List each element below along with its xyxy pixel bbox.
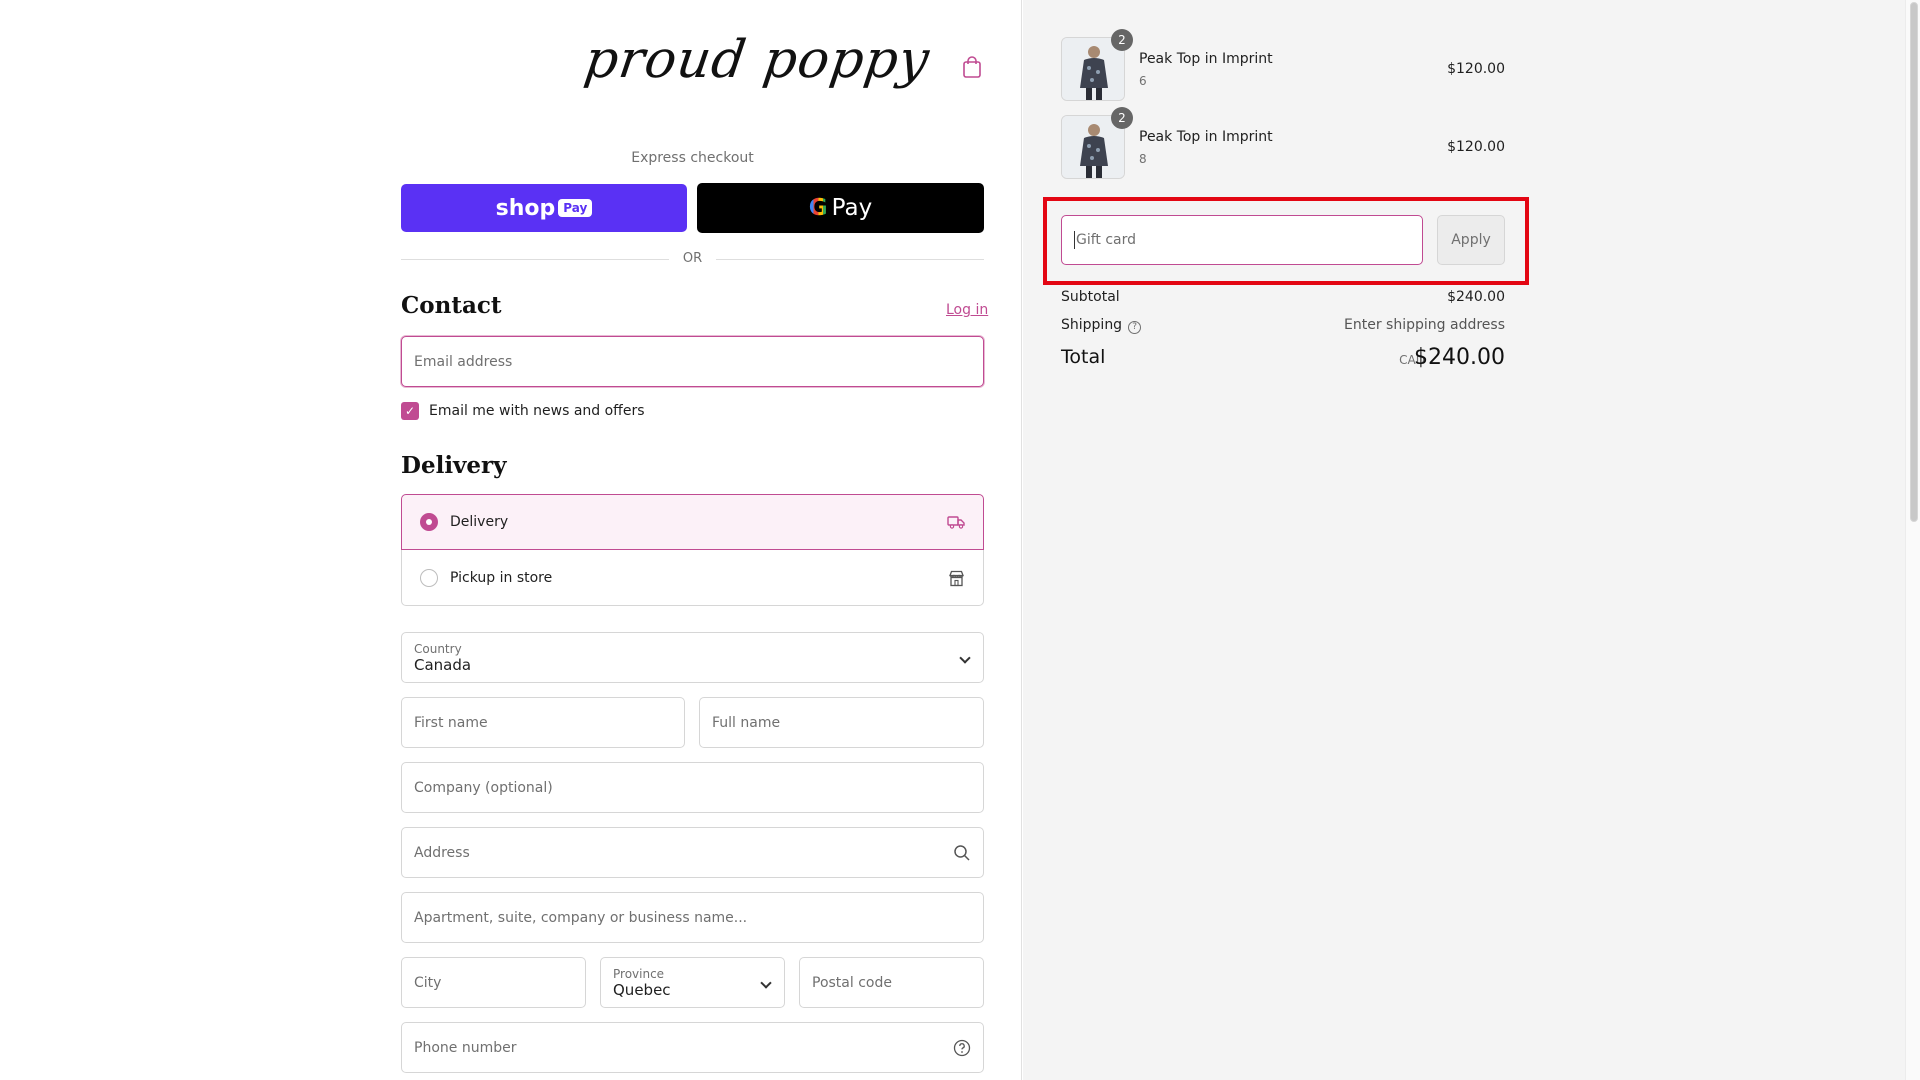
province-label: Province <box>613 966 665 981</box>
newsletter-checkbox[interactable]: ✓ <box>401 402 419 420</box>
country-value: Canada <box>414 655 472 674</box>
company-placeholder: Company (optional) <box>414 779 553 796</box>
pickup-radio[interactable] <box>420 568 438 587</box>
postal-code-placeholder: Postal code <box>812 974 892 991</box>
help-icon[interactable]: ? <box>1128 321 1142 334</box>
contact-heading: Contact <box>401 292 502 319</box>
or-text: OR <box>682 251 703 266</box>
shopping-bag-icon[interactable] <box>962 56 982 78</box>
shop-pay-button[interactable]: shop Pay <box>401 184 687 232</box>
apartment-field[interactable]: Apartment, suite, company or business na… <box>401 892 984 943</box>
last-name-field[interactable]: Full name <box>699 697 984 748</box>
phone-field[interactable]: Phone number <box>401 1022 984 1073</box>
shop-pay-shop-text: shop <box>495 195 556 221</box>
newsletter-checkbox-row[interactable]: ✓ Email me with news and offers <box>401 402 645 420</box>
google-pay-text: Pay <box>831 195 873 221</box>
shipping-label: Shipping <box>1061 317 1123 333</box>
delivery-heading: Delivery <box>401 452 507 479</box>
google-pay-button[interactable]: G Pay <box>697 183 984 233</box>
subtotal-row: Subtotal $240.00 <box>1061 289 1505 305</box>
line-item: 2 Peak Top in Imprint 8 $120.00 <box>1061 107 1505 179</box>
first-name-placeholder: First name <box>414 714 488 731</box>
quantity-badge: 2 <box>1111 29 1133 51</box>
shop-pay-badge: Pay <box>558 199 593 217</box>
chevron-down-icon <box>959 651 971 664</box>
country-select[interactable]: Country Canada <box>401 632 984 683</box>
subtotal-label: Subtotal <box>1061 289 1120 305</box>
total-label: Total <box>1061 346 1106 368</box>
city-field[interactable]: City <box>401 957 586 1008</box>
product-price: $120.00 <box>1447 139 1505 155</box>
total-value: $240.00 <box>1414 345 1505 370</box>
google-g-icon: G <box>808 195 828 221</box>
truck-icon <box>947 516 965 529</box>
text-caret <box>1074 231 1075 249</box>
subtotal-value: $240.00 <box>1447 289 1505 305</box>
first-name-field[interactable]: First name <box>401 697 685 748</box>
quantity-badge: 2 <box>1111 107 1133 129</box>
product-variant: 6 <box>1139 74 1147 88</box>
email-placeholder: Email address <box>414 353 513 370</box>
country-label: Country <box>414 641 462 656</box>
company-field[interactable]: Company (optional) <box>401 762 984 813</box>
address-placeholder: Address <box>414 844 470 861</box>
chevron-down-icon <box>760 976 772 989</box>
scrollbar[interactable] <box>1905 0 1920 1080</box>
address-field[interactable]: Address <box>401 827 984 878</box>
gift-card-input[interactable]: Gift card <box>1061 215 1423 265</box>
line-item: 2 Peak Top in Imprint 6 $120.00 <box>1061 29 1505 101</box>
product-name: Peak Top in Imprint <box>1139 129 1273 145</box>
email-field[interactable]: Email address <box>401 336 984 387</box>
search-icon[interactable] <box>953 844 971 862</box>
product-variant: 8 <box>1139 152 1147 166</box>
help-circle-icon[interactable] <box>953 1039 971 1057</box>
apply-button[interactable]: Apply <box>1437 215 1505 265</box>
delivery-option-label: Delivery <box>450 514 509 530</box>
gift-card-placeholder: Gift card <box>1076 232 1137 248</box>
or-divider: OR <box>401 250 984 270</box>
last-name-placeholder: Full name <box>712 714 781 731</box>
store-logo[interactable]: proud poppy <box>581 30 934 90</box>
phone-placeholder: Phone number <box>414 1039 517 1056</box>
apartment-placeholder: Apartment, suite, company or business na… <box>414 909 748 926</box>
product-name: Peak Top in Imprint <box>1139 51 1273 67</box>
total-row: Total CAD $240.00 <box>1061 345 1505 370</box>
delivery-option-pickup[interactable]: Pickup in store <box>401 550 984 606</box>
delivery-option-ship[interactable]: Delivery <box>401 494 984 550</box>
store-icon <box>949 570 964 586</box>
express-checkout-label: Express checkout <box>631 150 754 166</box>
province-select[interactable]: Province Quebec <box>600 957 785 1008</box>
city-placeholder: City <box>414 974 442 991</box>
province-value: Quebec <box>613 980 671 999</box>
newsletter-label: Email me with news and offers <box>429 403 645 419</box>
pickup-option-label: Pickup in store <box>450 569 553 586</box>
shipping-value: Enter shipping address <box>1344 317 1505 333</box>
log-in-link[interactable]: Log in <box>946 302 988 318</box>
postal-code-field[interactable]: Postal code <box>799 957 984 1008</box>
scrollbar-thumb[interactable] <box>1910 2 1918 522</box>
shipping-row: Shipping? Enter shipping address <box>1061 317 1505 334</box>
product-price: $120.00 <box>1447 61 1505 77</box>
delivery-radio[interactable] <box>420 513 438 531</box>
